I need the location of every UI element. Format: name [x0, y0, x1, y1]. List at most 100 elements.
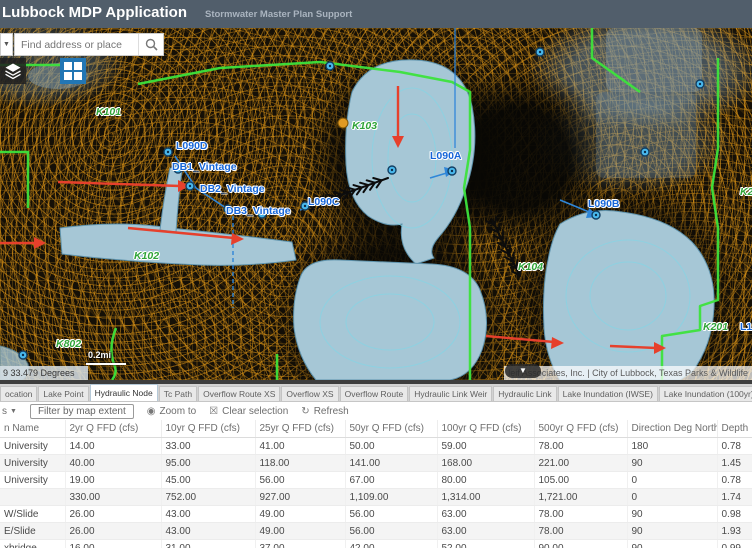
- clear-selection-button[interactable]: ☒ Clear selection: [209, 406, 288, 417]
- table-cell: 40.00: [65, 455, 161, 472]
- search-input[interactable]: [15, 34, 138, 55]
- filter-by-extent-button[interactable]: Filter by map extent: [30, 404, 134, 419]
- tab-bar: ocationLake PointHydraulic NodeTc PathOv…: [0, 384, 752, 402]
- table-cell: 927.00: [255, 489, 345, 506]
- table-cell: 78.00: [534, 506, 627, 523]
- table-cell: 78.00: [534, 438, 627, 455]
- table-cell: xbridge: [0, 540, 65, 548]
- column-header[interactable]: n Name: [0, 420, 65, 438]
- table-cell: 78.00: [534, 523, 627, 540]
- tab-overflow-route[interactable]: Overflow Route: [340, 386, 409, 401]
- table-row[interactable]: xbridge16.0031.0037.0042.0052.0090.00900…: [0, 540, 752, 548]
- basemap-gallery-button[interactable]: [60, 58, 86, 84]
- table-cell: 0.98: [717, 506, 752, 523]
- search-source-dropdown[interactable]: ▼: [0, 33, 13, 56]
- column-header[interactable]: 25yr Q FFD (cfs): [255, 420, 345, 438]
- refresh-button[interactable]: ↻ Refresh: [301, 406, 348, 417]
- table-cell: 67.00: [345, 472, 437, 489]
- tab-overflow-xs[interactable]: Overflow XS: [281, 386, 338, 401]
- tab-lake-inundation-iwse-[interactable]: Lake Inundation (IWSE): [558, 386, 658, 401]
- table-cell: 16.00: [65, 540, 161, 548]
- table-row[interactable]: W/Slide26.0043.0049.0056.0063.0078.00900…: [0, 506, 752, 523]
- table-row[interactable]: 330.00752.00927.001,109.001,314.001,721.…: [0, 489, 752, 506]
- tab-overflow-route-xs[interactable]: Overflow Route XS: [198, 386, 280, 401]
- table-body: University14.0033.0041.0050.0059.0078.00…: [0, 438, 752, 548]
- table-cell: 1,314.00: [437, 489, 534, 506]
- table-row[interactable]: E/Slide26.0043.0049.0056.0063.0078.00901…: [0, 523, 752, 540]
- table-cell: 105.00: [534, 472, 627, 489]
- table-cell: 90: [627, 455, 717, 472]
- table-cell: 52.00: [437, 540, 534, 548]
- basin-label-k103: K103: [352, 120, 377, 132]
- tab-ocation[interactable]: ocation: [0, 386, 37, 401]
- table-cell: 1.93: [717, 523, 752, 540]
- column-header[interactable]: Depth: [717, 420, 752, 438]
- tab-hydraulic-link[interactable]: Hydraulic Link: [493, 386, 556, 401]
- map-view[interactable]: K101K102K103K104K802K201K2L090DL090AL090…: [0, 28, 752, 380]
- basemap-grid-icon: [64, 62, 82, 80]
- table-cell: 33.00: [161, 438, 255, 455]
- table-cell: 43.00: [161, 523, 255, 540]
- table-cell: 141.00: [345, 455, 437, 472]
- column-header[interactable]: 50yr Q FFD (cfs): [345, 420, 437, 438]
- tab-lake-point[interactable]: Lake Point: [38, 386, 88, 401]
- column-header[interactable]: 500yr Q FFD (cfs): [534, 420, 627, 438]
- tab-hydraulic-link-weir[interactable]: Hydraulic Link Weir: [409, 386, 492, 401]
- panel-collapse-button[interactable]: ▼: [505, 364, 541, 378]
- table-cell: 752.00: [161, 489, 255, 506]
- tab-hydraulic-node[interactable]: Hydraulic Node: [90, 384, 158, 401]
- table-cell: 1.45: [717, 455, 752, 472]
- table-cell: 41.00: [255, 438, 345, 455]
- table-cell: 1.74: [717, 489, 752, 506]
- table-cell: 50.00: [345, 438, 437, 455]
- map-attribution: leif Associates, Inc. | City of Lubbock,…: [504, 366, 752, 380]
- zoom-to-icon: ◉: [147, 406, 156, 417]
- table-cell: 59.00: [437, 438, 534, 455]
- map-overlay-graphics: [0, 28, 752, 380]
- tab-lake-inundation-100yr-[interactable]: Lake Inundation (100yr): [659, 386, 752, 401]
- table-cell: 90.00: [534, 540, 627, 548]
- node-label-l1: L1: [740, 321, 752, 333]
- node-label-db3-vintage: DB3_Vintage: [226, 205, 291, 217]
- node-label-l090a: L090A: [430, 150, 462, 162]
- table-cell: 56.00: [345, 523, 437, 540]
- table-cell: 90: [627, 540, 717, 548]
- zoom-to-button[interactable]: ◉ Zoom to: [147, 406, 196, 417]
- table-cell: University: [0, 472, 65, 489]
- search-icon[interactable]: [138, 34, 163, 55]
- chevron-down-icon: ▼: [3, 41, 10, 48]
- table-cell: [0, 489, 65, 506]
- column-header[interactable]: Direction Deg North: [627, 420, 717, 438]
- table-cell: 56.00: [255, 472, 345, 489]
- column-header[interactable]: 2yr Q FFD (cfs): [65, 420, 161, 438]
- table-cell: 0.78: [717, 472, 752, 489]
- table-cell: E/Slide: [0, 523, 65, 540]
- table-cell: 80.00: [437, 472, 534, 489]
- map-scale-label: 0.2mi: [88, 350, 111, 360]
- app-subtitle: Stormwater Master Plan Support: [205, 9, 352, 20]
- options-menu[interactable]: s ▼: [2, 406, 17, 417]
- table-cell: 63.00: [437, 506, 534, 523]
- table-cell: 45.00: [161, 472, 255, 489]
- table-row[interactable]: University40.0095.00118.00141.00168.0022…: [0, 455, 752, 472]
- table-cell: 49.00: [255, 506, 345, 523]
- table-cell: 330.00: [65, 489, 161, 506]
- table-cell: 49.00: [255, 523, 345, 540]
- table-row[interactable]: University19.0045.0056.0067.0080.00105.0…: [0, 472, 752, 489]
- table-toolbar: s ▼ Filter by map extent ◉ Zoom to ☒ Cle…: [0, 402, 752, 420]
- table-row[interactable]: University14.0033.0041.0050.0059.0078.00…: [0, 438, 752, 455]
- tab-tc-path[interactable]: Tc Path: [159, 386, 197, 401]
- options-label: s: [2, 406, 7, 417]
- table-cell: University: [0, 455, 65, 472]
- node-label-l090c: L090C: [308, 196, 340, 208]
- basin-label-k102: K102: [134, 250, 159, 262]
- table-cell: 1,109.00: [345, 489, 437, 506]
- layers-button[interactable]: [0, 58, 26, 84]
- table-cell: 26.00: [65, 523, 161, 540]
- table-cell: 56.00: [345, 506, 437, 523]
- column-header[interactable]: 100yr Q FFD (cfs): [437, 420, 534, 438]
- table-cell: 95.00: [161, 455, 255, 472]
- column-header[interactable]: 10yr Q FFD (cfs): [161, 420, 255, 438]
- table-cell: 0.78: [717, 438, 752, 455]
- app-header: Lubbock MDP Application Stormwater Maste…: [0, 0, 752, 28]
